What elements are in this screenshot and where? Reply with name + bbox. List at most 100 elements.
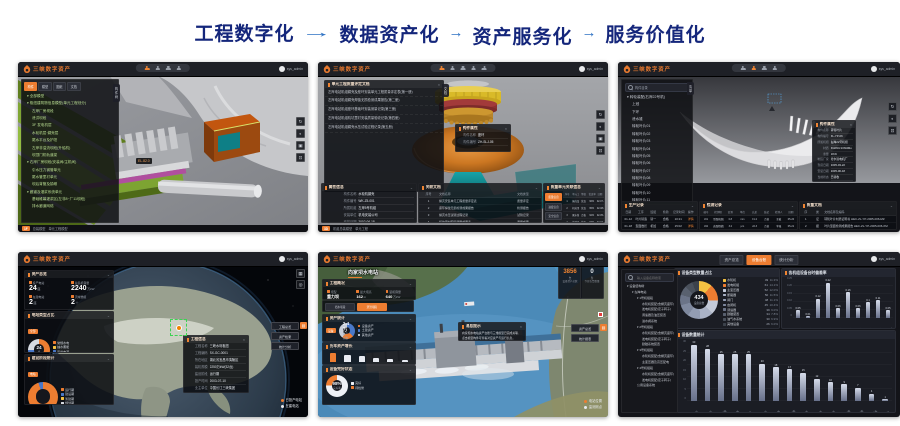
expand-icon[interactable]: ⌄: [791, 204, 794, 208]
tree-item[interactable]: 转轮叶片02: [624, 131, 690, 138]
close-icon[interactable]: ×: [243, 338, 245, 342]
button[interactable]: 进度信息: [545, 203, 562, 211]
layers-toggle-icon[interactable]: ▤: [600, 324, 607, 331]
tree-item[interactable]: ▾ 廊道及灌浆系统单元: [24, 189, 116, 196]
table-row[interactable]: J01型面轮廓度0.8mm±1.2合格王敏05-20: [700, 216, 797, 223]
tree-item[interactable]: 3F 发电机层: [24, 122, 116, 129]
viewer-tool-icon[interactable]: ◎: [296, 280, 305, 289]
user-menu[interactable]: sys_admin: [871, 256, 895, 262]
tree-item[interactable]: ▾ 右岸厂房坝段(安装间/主机间): [24, 159, 116, 166]
table-row[interactable]: 2报叶片型面检测成果报告 HEC-ZL-YP-2005-006-XM: [800, 223, 896, 230]
viewer-tool-icon[interactable]: ⊡: [888, 126, 897, 135]
tree-item[interactable]: 基础帷幕灌浆区(左非8~厂11坝段): [24, 196, 116, 203]
button[interactable]: 图纸: [53, 82, 66, 91]
user-menu[interactable]: sys_admin: [871, 66, 895, 72]
viewer-tool-icon[interactable]: ⊡: [296, 153, 305, 162]
device-search[interactable]: [625, 273, 674, 282]
button[interactable]: 泄洪坝段: [357, 303, 387, 311]
button[interactable]: 资产总览: [719, 255, 743, 265]
tree-item[interactable]: 转轮叶片03: [624, 138, 690, 145]
table-row[interactable]: 2座环焊缝无损检测成果报告检测报告: [419, 205, 541, 212]
expand-icon[interactable]: ⌄: [890, 204, 893, 208]
button[interactable]: 构件: [24, 82, 37, 91]
tree-item[interactable]: 排水廊道网络: [24, 203, 116, 210]
table-row[interactable]: 1证转轮叶片材质证明书 HEC-ZL-YP-2005-006-MZ: [800, 216, 896, 223]
nav-icon[interactable]: [762, 66, 767, 71]
expand-icon[interactable]: ⌄: [409, 368, 412, 372]
user-menu[interactable]: sys_admin: [579, 66, 603, 72]
tree-item[interactable]: 水轮机层·蜗壳层: [24, 130, 116, 137]
user-menu[interactable]: sys_admin: [579, 256, 603, 262]
viewer-tool-icon[interactable]: ↻: [596, 110, 605, 119]
close-icon[interactable]: ×: [505, 127, 507, 131]
viewer-tool-icon[interactable]: ◐: [296, 129, 305, 138]
close-icon[interactable]: ×: [850, 123, 852, 127]
button[interactable]: 挡水坝段: [325, 303, 355, 311]
nav-icon[interactable]: [145, 66, 150, 71]
nav-icon[interactable]: [450, 66, 455, 71]
user-menu[interactable]: sys_admin: [279, 256, 303, 262]
viewer-tool-icon[interactable]: ▦: [296, 269, 305, 278]
viewer-tool-icon[interactable]: ↻: [296, 117, 305, 126]
footer-tab[interactable]: 单元工程: [355, 226, 368, 231]
expand-icon[interactable]: ⌄: [598, 186, 601, 190]
button[interactable]: 质量信息: [545, 193, 562, 201]
project-marker[interactable]: [176, 325, 182, 331]
viewer-tool-icon[interactable]: ↻: [888, 102, 897, 111]
close-icon[interactable]: ×: [520, 325, 522, 329]
expand-icon[interactable]: ⌄: [691, 204, 694, 208]
tree-item[interactable]: 尾水管里衬单元: [24, 174, 116, 181]
button[interactable]: 安全信息: [545, 212, 562, 220]
close-icon[interactable]: ×: [438, 83, 440, 87]
list-item[interactable]: 左岸电站机组座环基础环安装测量记录(第三册): [325, 106, 443, 115]
tree-item[interactable]: 泄水锥: [624, 116, 690, 123]
nav-icon[interactable]: [166, 66, 171, 71]
footer-tab[interactable]: 机组总装模型: [333, 226, 352, 231]
layers-toggle-icon[interactable]: ▤: [300, 322, 307, 329]
table-row[interactable]: 1蜗壳及座环安装优良96%02-07-12: [563, 198, 604, 205]
tree-item[interactable]: 引水压力钢管单元: [24, 167, 116, 174]
tree-item[interactable]: 尾水平台及护坦: [24, 137, 116, 144]
filter-tab[interactable]: 电站: [28, 372, 38, 377]
viewer-tool-icon[interactable]: ◐: [888, 114, 897, 123]
view-button[interactable]: 资产总览: [571, 324, 599, 332]
list-item[interactable]: 向家坝水电站资产台账与三维模型已完成关联,: [459, 330, 525, 335]
tree-item[interactable]: ▾ 转轮装配(右岸22号机): [624, 94, 690, 101]
viewer-tool-icon[interactable]: ▣: [596, 134, 605, 143]
list-item[interactable]: 点击模型构件可查看对应资产与运行信息。: [459, 335, 525, 340]
view-button[interactable]: 统计分析: [271, 342, 299, 350]
tree-item[interactable]: 转轮叶片09: [624, 182, 690, 189]
app-logo[interactable]: 三峡数字资产: [323, 65, 371, 73]
table-row[interactable]: J02表面粗糙度3.2μm≤6.3合格李强05-21: [700, 223, 797, 230]
app-logo[interactable]: 三峡数字资产: [23, 65, 71, 73]
tree-item[interactable]: 转轮叶片01: [624, 123, 690, 130]
sidebar-search[interactable]: 构件目录: [625, 83, 689, 92]
list-item[interactable]: 左岸电站机组机坑里衬安装质量验收记录(第四册): [325, 115, 443, 124]
nav-icon[interactable]: [773, 66, 778, 71]
table-row[interactable]: 4机坑里衬安装测量成果表测量成果: [419, 219, 541, 223]
nav-icon[interactable]: [741, 66, 746, 71]
tree-item[interactable]: ▾ 全部模型: [24, 93, 116, 100]
viewer-tool-icon[interactable]: ▣: [296, 141, 305, 150]
button[interactable]: 文档: [67, 82, 80, 91]
viewer-tool-icon[interactable]: ⊡: [596, 146, 605, 155]
user-menu[interactable]: sys_admin: [279, 66, 303, 72]
expand-icon[interactable]: ⌄: [535, 186, 538, 190]
tree-item[interactable]: 坝后背管及镇墩: [24, 181, 116, 188]
button[interactable]: 模型: [38, 82, 51, 91]
tree-item[interactable]: 转轮叶片07: [624, 168, 690, 175]
expand-icon[interactable]: ⌄: [409, 282, 412, 286]
app-logo[interactable]: 三峡数字资产: [623, 65, 671, 73]
app-logo[interactable]: 三峡数字资产: [623, 255, 671, 263]
expand-icon[interactable]: ⌄: [409, 317, 412, 321]
footer-tab[interactable]: 总装模型: [33, 226, 46, 231]
nav-icon[interactable]: [155, 66, 160, 71]
table-row[interactable]: 3尾水管里衬安装合格92%02-05-21: [563, 212, 604, 219]
search-input[interactable]: [635, 275, 671, 281]
table-row[interactable]: 3蜗壳水压试验过程记录试验记录: [419, 212, 541, 219]
table-row[interactable]: 01-12叶片铸造退火铸一合格10:21详情: [622, 216, 697, 223]
footer-tab[interactable]: 单元工程模型: [48, 226, 67, 231]
nav-icon[interactable]: [482, 66, 487, 71]
expand-icon[interactable]: ⌄: [409, 345, 412, 349]
sidebar-collapse-tab[interactable]: 文档: [442, 84, 449, 97]
